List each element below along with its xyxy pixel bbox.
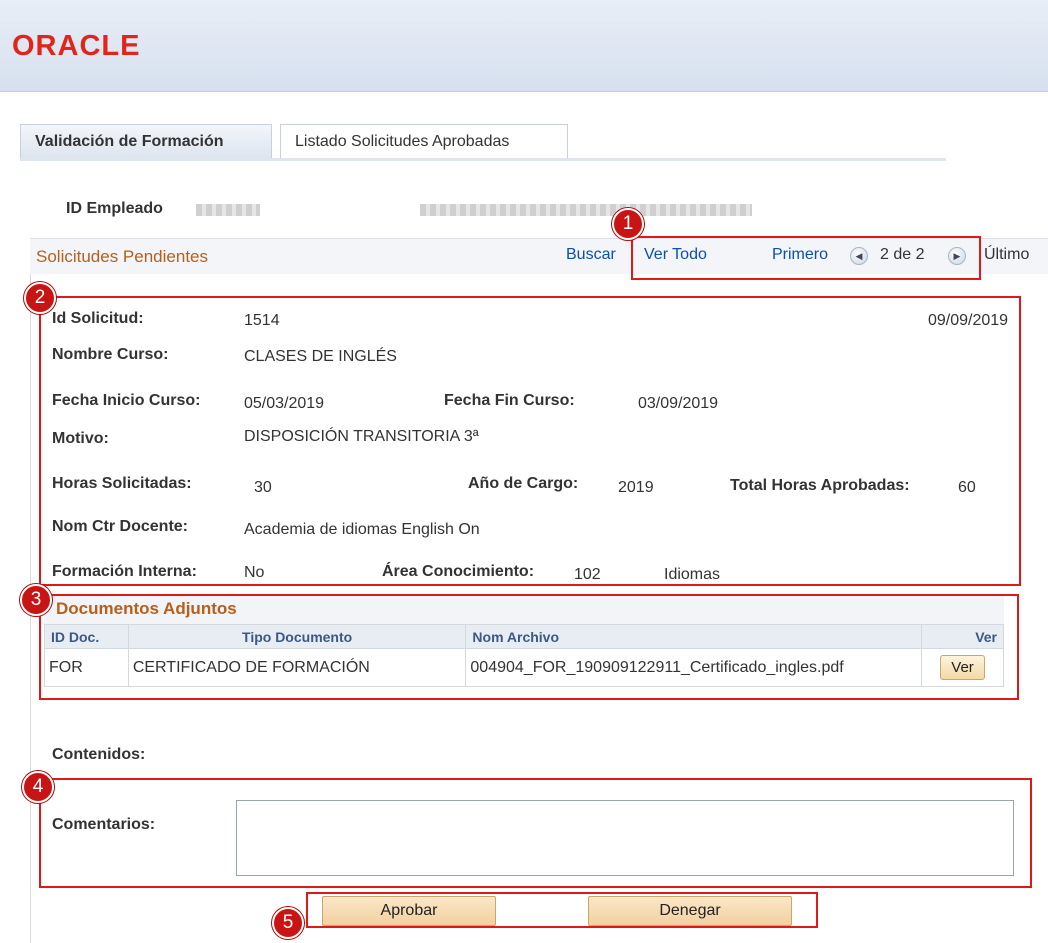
tab-listado-solicitudes[interactable]: Listado Solicitudes Aprobadas (280, 124, 568, 158)
redacted-employee-name (420, 204, 752, 216)
annotation-badge-5: 5 (272, 907, 304, 939)
employee-id-label: ID Empleado (66, 200, 163, 217)
ultimo-link[interactable]: Último (984, 246, 1029, 264)
section-title: Solicitudes Pendientes (36, 247, 209, 266)
app-header: ORACLE (0, 0, 1048, 92)
annotation-box-3 (39, 594, 1019, 700)
annotation-badge-1: 1 (612, 208, 644, 240)
redacted-employee-id (196, 204, 260, 216)
annotation-badge-2: 2 (24, 282, 56, 314)
annotation-box-1 (631, 236, 981, 280)
contenidos-label: Contenidos: (52, 746, 146, 763)
annotation-box-2 (39, 296, 1021, 586)
buscar-link[interactable]: Buscar (566, 246, 616, 264)
oracle-logo: ORACLE (12, 30, 141, 62)
annotation-badge-3: 3 (20, 584, 52, 616)
annotation-badge-4: 4 (22, 771, 54, 803)
annotation-box-5 (306, 892, 818, 928)
annotation-box-4 (39, 778, 1032, 888)
tab-validacion-formacion[interactable]: Validación de Formación (20, 124, 272, 158)
